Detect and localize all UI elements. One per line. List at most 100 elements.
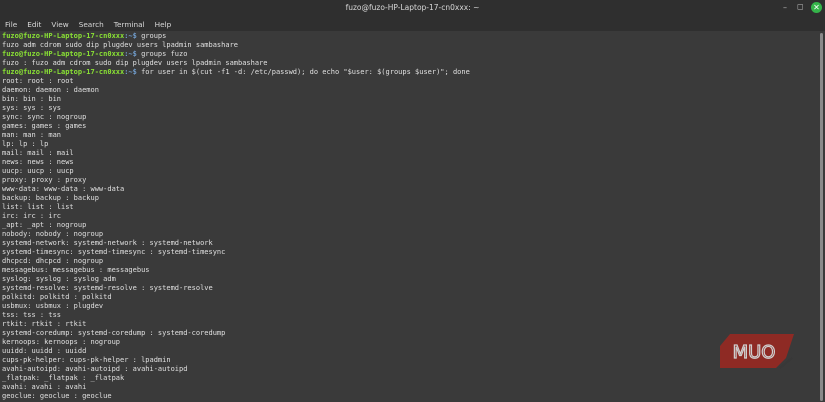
menu-search[interactable]: Search — [74, 17, 109, 31]
line-text: news: news : news — [2, 158, 74, 166]
prompt-user-host: fuzo@fuzo-HP-Laptop-17-cn0xxx — [2, 32, 125, 40]
scrollbar[interactable] — [819, 31, 825, 402]
output-line: backup: backup : backup — [2, 194, 819, 203]
output-line: systemd-resolve: systemd-resolve : syste… — [2, 284, 819, 293]
line-text: sys: sys : sys — [2, 104, 62, 112]
line-text: systemd-resolve: systemd-resolve : syste… — [2, 284, 213, 292]
line-text: messagebus: messagebus : messagebus — [2, 266, 150, 274]
line-text: _apt: _apt : nogroup — [2, 221, 87, 229]
output-line: _flatpak: _flatpak : _flatpak — [2, 374, 819, 383]
line-text: usbmux: usbmux : plugdev — [2, 302, 104, 310]
output-line: systemd-network: systemd-network : syste… — [2, 239, 819, 248]
output-line: sys: sys : sys — [2, 104, 819, 113]
line-text: fuzo adm cdrom sudo dip plugdev users lp… — [2, 41, 239, 49]
line-text: groups — [141, 32, 167, 40]
line-text: nobody: nobody : nogroup — [2, 230, 104, 238]
output-line: avahi: avahi : avahi — [2, 383, 819, 392]
line-text: backup: backup : backup — [2, 194, 99, 202]
line-text: sync: sync : nogroup — [2, 113, 87, 121]
command-line: fuzo@fuzo-HP-Laptop-17-cn0xxx:~$ groups … — [2, 50, 819, 59]
output-line: usbmux: usbmux : plugdev — [2, 302, 819, 311]
menu-file[interactable]: File — [0, 17, 22, 31]
prompt-user-host: fuzo@fuzo-HP-Laptop-17-cn0xxx — [2, 68, 125, 76]
line-text: systemd-network: systemd-network : syste… — [2, 239, 213, 247]
command-line: fuzo@fuzo-HP-Laptop-17-cn0xxx:~$ for use… — [2, 68, 819, 77]
line-text: bin: bin : bin — [2, 95, 62, 103]
command-line: fuzo@fuzo-HP-Laptop-17-cn0xxx:~$ groups — [2, 32, 819, 41]
prompt-path: :~$ — [124, 68, 142, 76]
line-text: geoclue: geoclue : geoclue — [2, 392, 112, 400]
line-text: cups-pk-helper: cups-pk-helper : lpadmin — [2, 356, 171, 364]
output-line: fuzo : fuzo adm cdrom sudo dip plugdev u… — [2, 59, 819, 68]
prompt-path: :~$ — [124, 50, 142, 58]
line-text: mail: mail : mail — [2, 149, 74, 157]
output-line: nobody: nobody : nogroup — [2, 230, 819, 239]
line-text: kernoops: kernoops : nogroup — [2, 338, 121, 346]
output-line: sync: sync : nogroup — [2, 113, 819, 122]
close-icon[interactable]: ✕ — [811, 2, 822, 13]
line-text: dhcpcd: dhcpcd : nogroup — [2, 257, 104, 265]
menu-view[interactable]: View — [46, 17, 73, 31]
output-line: list: list : list — [2, 203, 819, 212]
line-text: www-data: www-data : www-data — [2, 185, 125, 193]
output-line: fuzo adm cdrom sudo dip plugdev users lp… — [2, 41, 819, 50]
title-bar: fuzo@fuzo-HP-Laptop-17-cn0xxx: ~ – ◻ ✕ — [0, 0, 825, 17]
output-line: systemd-timesync: systemd-timesync : sys… — [2, 248, 819, 257]
output-line: avahi-autoipd: avahi-autoipd : avahi-aut… — [2, 365, 819, 374]
menu-bar: File Edit View Search Terminal Help — [0, 17, 825, 31]
line-text: for user in $(cut -f1 -d: /etc/passwd); … — [141, 68, 470, 76]
output-line: root: root : root — [2, 77, 819, 86]
output-line: syslog: syslog : syslog adm — [2, 275, 819, 284]
output-line: news: news : news — [2, 158, 819, 167]
maximize-icon[interactable]: ◻ — [797, 2, 804, 12]
line-text: man: man : man — [2, 131, 62, 139]
line-text: games: games : games — [2, 122, 87, 130]
minimize-icon[interactable]: – — [783, 3, 787, 13]
line-text: polkitd: polkitd : polkitd — [2, 293, 112, 301]
logo-text: MUO — [733, 342, 776, 363]
line-text: uuidd: uuidd : uuidd — [2, 347, 87, 355]
output-line: man: man : man — [2, 131, 819, 140]
line-text: list: list : list — [2, 203, 74, 211]
output-line: irc: irc : irc — [2, 212, 819, 221]
output-line: kernoops: kernoops : nogroup — [2, 338, 819, 347]
scrollbar-thumb[interactable] — [820, 33, 823, 401]
line-text: _flatpak: _flatpak : _flatpak — [2, 374, 125, 382]
line-text: syslog: syslog : syslog adm — [2, 275, 116, 283]
line-text: proxy: proxy : proxy — [2, 176, 87, 184]
menu-edit[interactable]: Edit — [22, 17, 46, 31]
line-text: avahi: avahi : avahi — [2, 383, 87, 391]
output-line: daemon: daemon : daemon — [2, 86, 819, 95]
line-text: systemd-timesync: systemd-timesync : sys… — [2, 248, 226, 256]
line-text: daemon: daemon : daemon — [2, 86, 99, 94]
terminal-output[interactable]: fuzo@fuzo-HP-Laptop-17-cn0xxx:~$ groups f… — [0, 31, 819, 402]
output-line: tss: tss : tss — [2, 311, 819, 320]
output-line: bin: bin : bin — [2, 95, 819, 104]
window-title: fuzo@fuzo-HP-Laptop-17-cn0xxx: ~ — [345, 3, 480, 12]
line-text: tss: tss : tss — [2, 311, 62, 319]
output-line: _apt: _apt : nogroup — [2, 221, 819, 230]
output-line: dhcpcd: dhcpcd : nogroup — [2, 257, 819, 266]
line-text: avahi-autoipd: avahi-autoipd : avahi-aut… — [2, 365, 188, 373]
line-text: fuzo : fuzo adm cdrom sudo dip plugdev u… — [2, 59, 268, 67]
output-line: systemd-coredump: systemd-coredump : sys… — [2, 329, 819, 338]
menu-help[interactable]: Help — [150, 17, 177, 31]
output-line: lp: lp : lp — [2, 140, 819, 149]
output-line: mail: mail : mail — [2, 149, 819, 158]
output-line: games: games : games — [2, 122, 819, 131]
output-line: messagebus: messagebus : messagebus — [2, 266, 819, 275]
output-line: uuidd: uuidd : uuidd — [2, 347, 819, 356]
line-text: rtkit: rtkit : rtkit — [2, 320, 87, 328]
line-text: lp: lp : lp — [2, 140, 49, 148]
line-text: systemd-coredump: systemd-coredump : sys… — [2, 329, 226, 337]
output-line: uucp: uucp : uucp — [2, 167, 819, 176]
output-line: proxy: proxy : proxy — [2, 176, 819, 185]
line-text: irc: irc : irc — [2, 212, 62, 220]
output-line: www-data: www-data : www-data — [2, 185, 819, 194]
line-text: root: root : root — [2, 77, 74, 85]
menu-terminal[interactable]: Terminal — [109, 17, 150, 31]
prompt-path: :~$ — [124, 32, 142, 40]
line-text: groups fuzo — [141, 50, 188, 58]
output-line: rtkit: rtkit : rtkit — [2, 320, 819, 329]
line-text: uucp: uucp : uucp — [2, 167, 74, 175]
